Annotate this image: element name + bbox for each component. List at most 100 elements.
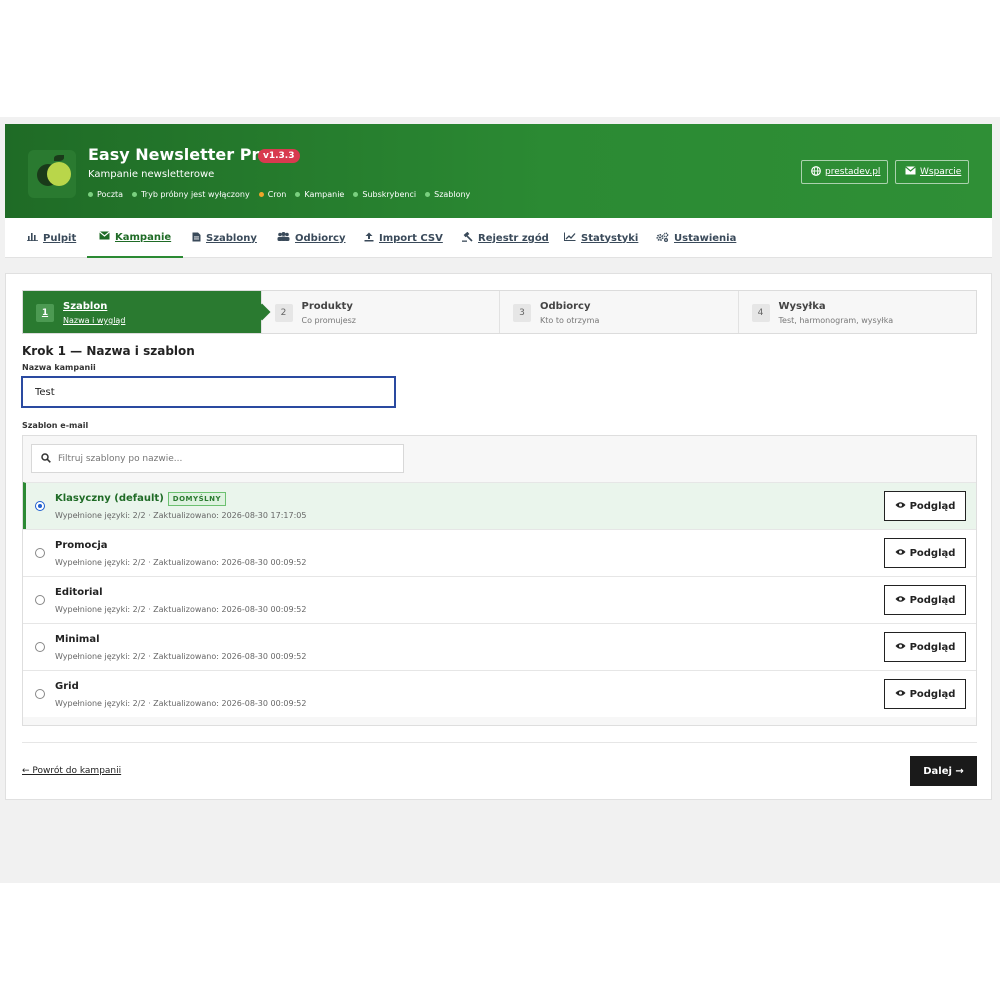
- app-header: Easy Newsletter Pro v1.3.3 Kampanie news…: [5, 124, 992, 218]
- envelope-icon: [905, 166, 916, 178]
- users-icon: [277, 232, 290, 244]
- step-heading: Krok 1 — Nazwa i szablon: [22, 344, 195, 358]
- step-number: 3: [513, 304, 531, 322]
- gavel-icon: [462, 231, 473, 245]
- site-link-button[interactable]: prestadev.pl: [801, 160, 888, 184]
- campaign-name-label: Nazwa kampanii: [22, 363, 96, 372]
- version-badge: v1.3.3: [258, 149, 300, 163]
- default-badge: DOMYŚLNY: [167, 492, 227, 506]
- step-number: 2: [274, 304, 293, 322]
- step-title: Produkty: [301, 301, 353, 312]
- template-meta: Wypełnione języki: 2/2 · Zaktualizowano:…: [55, 605, 307, 614]
- status-templates: Szablony: [425, 190, 470, 199]
- step-products[interactable]: 2 Produkty Co promujesz: [262, 291, 500, 333]
- nav-item-consent-log[interactable]: Rejestr zgód: [462, 218, 549, 258]
- eye-icon: [895, 548, 906, 559]
- template-meta: Wypełnione języki: 2/2 · Zaktualizowano:…: [55, 699, 307, 708]
- wizard-card: 1 Szablon Nazwa i wygląd 2 Produkty Co p…: [5, 273, 992, 800]
- status-dot-icon: [258, 192, 264, 197]
- template-list: Klasyczny (default) DOMYŚLNY Wypełnione j…: [23, 482, 976, 717]
- template-filter-input[interactable]: [58, 453, 378, 464]
- template-label: Szablon e-mail: [22, 421, 89, 430]
- step-subtitle: Test, harmonogram, wysyłka: [778, 316, 894, 325]
- preview-button[interactable]: Podgląd: [884, 585, 966, 615]
- line-chart-icon: [564, 232, 576, 244]
- app-subtitle: Kampanie newsletterowe: [88, 169, 215, 180]
- nav-item-settings[interactable]: Ustawienia: [656, 218, 736, 258]
- template-name: Grid: [55, 681, 79, 692]
- support-button[interactable]: Wsparcie: [895, 160, 969, 184]
- step-title: Wysyłka: [778, 301, 826, 312]
- template-name: Klasyczny (default) DOMYŚLNY: [55, 492, 227, 506]
- template-radio[interactable]: [35, 548, 45, 558]
- chart-icon: [27, 232, 38, 244]
- template-meta: Wypełnione języki: 2/2 · Zaktualizowano:…: [55, 652, 307, 661]
- app-title: Easy Newsletter Pro: [88, 145, 271, 164]
- status-dot-icon: [132, 192, 138, 197]
- wizard-stepper: 1 Szablon Nazwa i wygląd 2 Produkty Co p…: [22, 290, 977, 334]
- template-row-minimal[interactable]: Minimal Wypełnione języki: 2/2 · Zaktual…: [23, 623, 976, 670]
- status-cron: Cron: [258, 190, 286, 199]
- template-row-classic[interactable]: Klasyczny (default) DOMYŚLNY Wypełnione j…: [23, 482, 976, 529]
- status-dot-icon: [88, 192, 93, 197]
- step-recipients[interactable]: 3 Odbiorcy Kto to otrzyma: [500, 291, 739, 333]
- template-row-editorial[interactable]: Editorial Wypełnione języki: 2/2 · Zaktu…: [23, 576, 976, 623]
- nav-item-recipients[interactable]: Odbiorcy: [277, 218, 346, 258]
- preview-button[interactable]: Podgląd: [884, 632, 966, 662]
- next-button[interactable]: Dalej →: [910, 756, 977, 786]
- status-subscribers: Subskrybenci: [353, 190, 416, 199]
- step-template[interactable]: 1 Szablon Nazwa i wygląd: [23, 291, 262, 333]
- template-radio[interactable]: [35, 501, 45, 511]
- step-number: 1: [36, 304, 54, 322]
- nav-item-statistics[interactable]: Statystyki: [564, 218, 638, 258]
- main-nav: Pulpit Kampanie Szablony Odbiorcy Import…: [5, 218, 992, 258]
- nav-item-templates[interactable]: Szablony: [192, 218, 257, 258]
- status-dot-icon: [353, 192, 359, 197]
- template-filter[interactable]: [31, 444, 404, 473]
- template-row-promo[interactable]: Promocja Wypełnione języki: 2/2 · Zaktua…: [23, 529, 976, 576]
- footer-divider: [22, 742, 977, 743]
- cogs-icon: [656, 232, 669, 245]
- preview-button[interactable]: Podgląd: [884, 538, 966, 568]
- status-campaigns: Kampanie: [295, 190, 344, 199]
- template-radio[interactable]: [35, 642, 45, 652]
- back-to-campaigns-link[interactable]: ← Powrót do kampanii: [22, 766, 121, 776]
- nav-item-dashboard[interactable]: Pulpit: [27, 218, 76, 258]
- template-row-grid[interactable]: Grid Wypełnione języki: 2/2 · Zaktualizo…: [23, 670, 976, 717]
- step-subtitle: Nazwa i wygląd: [63, 316, 126, 325]
- nav-item-import-csv[interactable]: Import CSV: [364, 218, 443, 258]
- globe-icon: [811, 165, 821, 179]
- nav-item-campaigns[interactable]: Kampanie: [87, 218, 184, 258]
- template-name: Minimal: [55, 634, 100, 645]
- step-subtitle: Kto to otrzyma: [540, 316, 600, 325]
- eye-icon: [895, 689, 906, 700]
- template-meta: Wypełnione języki: 2/2 · Zaktualizowano:…: [55, 511, 307, 520]
- step-subtitle: Co promujesz: [301, 316, 356, 325]
- preview-button[interactable]: Podgląd: [884, 679, 966, 709]
- preview-button[interactable]: Podgląd: [884, 491, 966, 521]
- page-background: Easy Newsletter Pro v1.3.3 Kampanie news…: [0, 117, 1000, 883]
- upload-icon: [364, 232, 374, 245]
- step-title: Szablon: [63, 301, 108, 312]
- app-logo-icon: [28, 150, 76, 198]
- campaign-name-input[interactable]: [21, 376, 396, 408]
- template-radio[interactable]: [35, 595, 45, 605]
- template-name: Editorial: [55, 587, 103, 598]
- file-icon: [192, 232, 201, 245]
- status-test-mode: Tryb próbny jest wyłączony: [132, 190, 250, 199]
- template-name: Promocja: [55, 540, 108, 551]
- template-meta: Wypełnione języki: 2/2 · Zaktualizowano:…: [55, 558, 307, 567]
- status-row: Poczta Tryb próbny jest wyłączony Cron K…: [88, 190, 470, 199]
- template-radio[interactable]: [35, 689, 45, 699]
- eye-icon: [895, 595, 906, 606]
- eye-icon: [895, 642, 906, 653]
- status-dot-icon: [295, 192, 301, 197]
- step-number: 4: [751, 304, 770, 322]
- template-panel: Klasyczny (default)DOMYŚLNY Wypełnione j…: [22, 435, 977, 726]
- status-mail: Poczta: [88, 190, 123, 199]
- envelope-icon: [99, 231, 110, 243]
- status-dot-icon: [425, 192, 431, 197]
- search-icon: [41, 452, 51, 466]
- step-sending[interactable]: 4 Wysyłka Test, harmonogram, wysyłka: [739, 291, 977, 333]
- eye-icon: [895, 501, 906, 512]
